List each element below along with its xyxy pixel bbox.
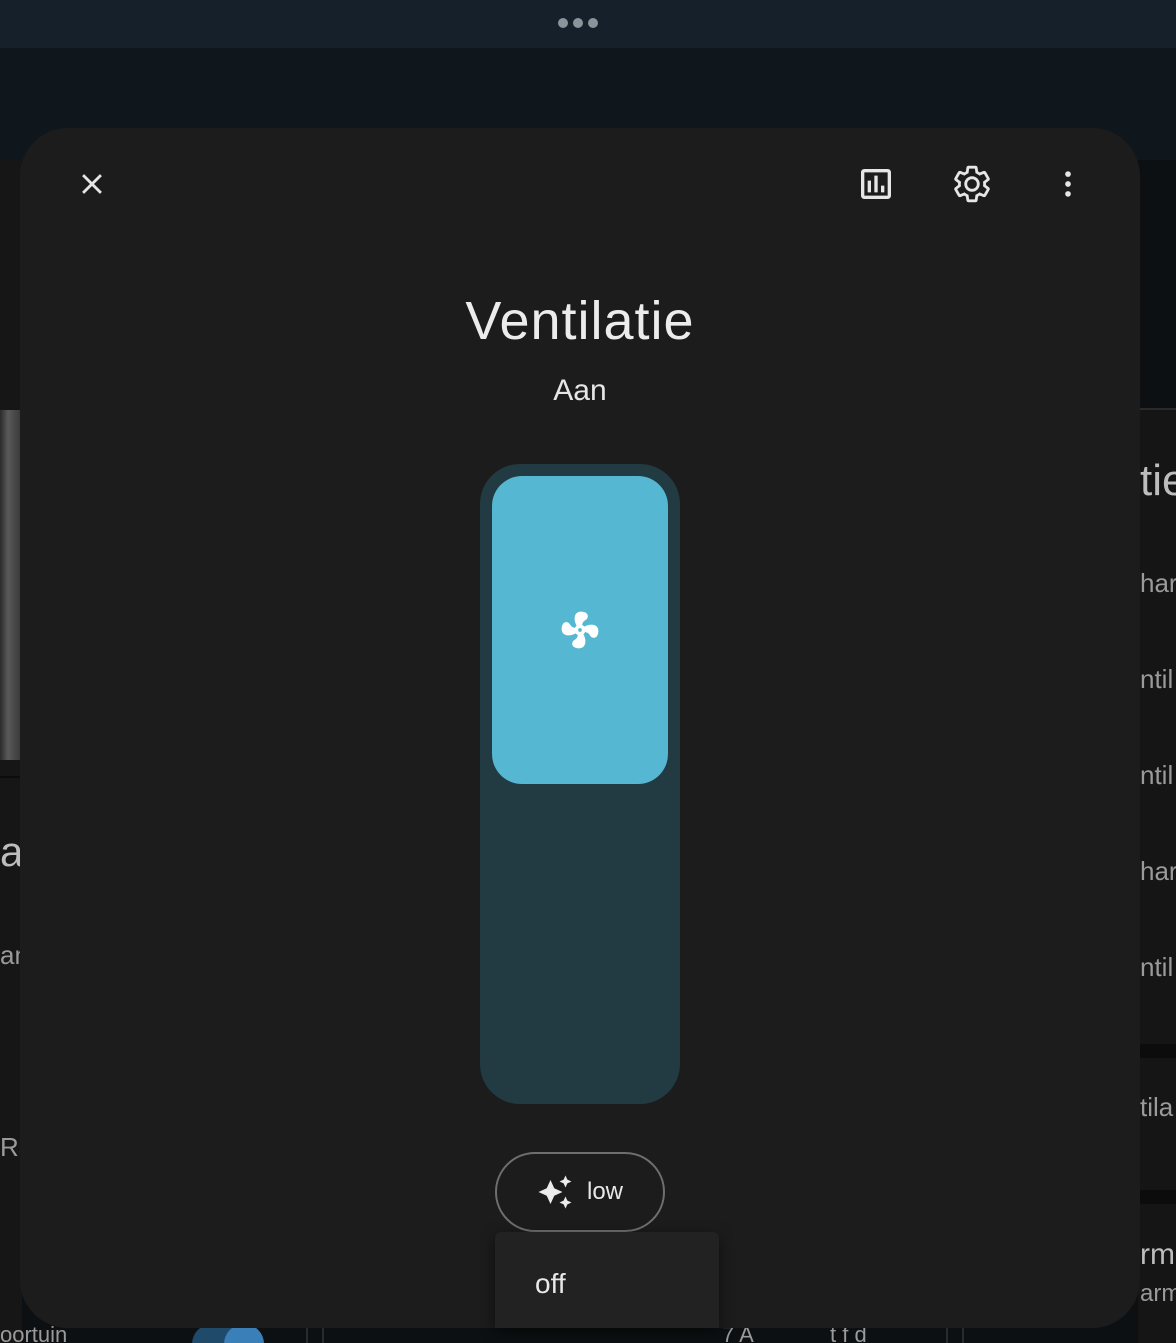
gear-icon — [954, 165, 990, 203]
more-info-dialog: Ventilatie Aan low off — [20, 128, 1140, 1328]
background-list-item: ntil — [1140, 760, 1174, 790]
close-button[interactable] — [64, 156, 120, 212]
background-list-item: ntil — [1140, 664, 1174, 694]
dots-vertical-icon — [1065, 171, 1071, 197]
background-list-item: har — [1140, 856, 1176, 886]
background-list-item: har — [1140, 568, 1176, 598]
menu-item-off[interactable]: off — [495, 1252, 719, 1316]
auto-sparkles-icon — [538, 1175, 572, 1209]
history-button[interactable] — [848, 156, 904, 212]
background-camera-image — [0, 410, 20, 760]
background-card-title: rm — [1140, 1238, 1175, 1271]
background-card-title: tie — [1140, 456, 1176, 505]
background-card-text: am — [0, 940, 20, 970]
background-card-text: Ra — [0, 1132, 20, 1162]
background-top-bar — [0, 0, 1176, 48]
fan-speed-slider[interactable] — [480, 464, 680, 1104]
preset-mode-button[interactable]: low — [495, 1152, 665, 1232]
close-icon — [82, 174, 102, 194]
fan-icon — [561, 611, 599, 649]
chart-box-icon — [861, 169, 891, 199]
preset-mode-menu: off — [495, 1232, 719, 1328]
background-divider — [1138, 1044, 1176, 1058]
entity-title: Ventilatie — [465, 291, 695, 351]
background-list-item: arm — [1140, 1280, 1176, 1307]
background-list-item: ntil — [1140, 952, 1174, 982]
background-list-item: tila — [1140, 1092, 1174, 1122]
slider-fill — [492, 476, 668, 784]
background-divider — [0, 776, 20, 778]
entity-state: Aan — [553, 374, 607, 407]
drag-handle-icon — [558, 18, 598, 28]
background-divider — [1138, 1190, 1176, 1204]
more-options-button[interactable] — [1040, 156, 1096, 212]
preset-mode-label: low — [586, 1178, 623, 1205]
settings-button[interactable] — [944, 156, 1000, 212]
background-card-title: ar — [0, 828, 20, 875]
